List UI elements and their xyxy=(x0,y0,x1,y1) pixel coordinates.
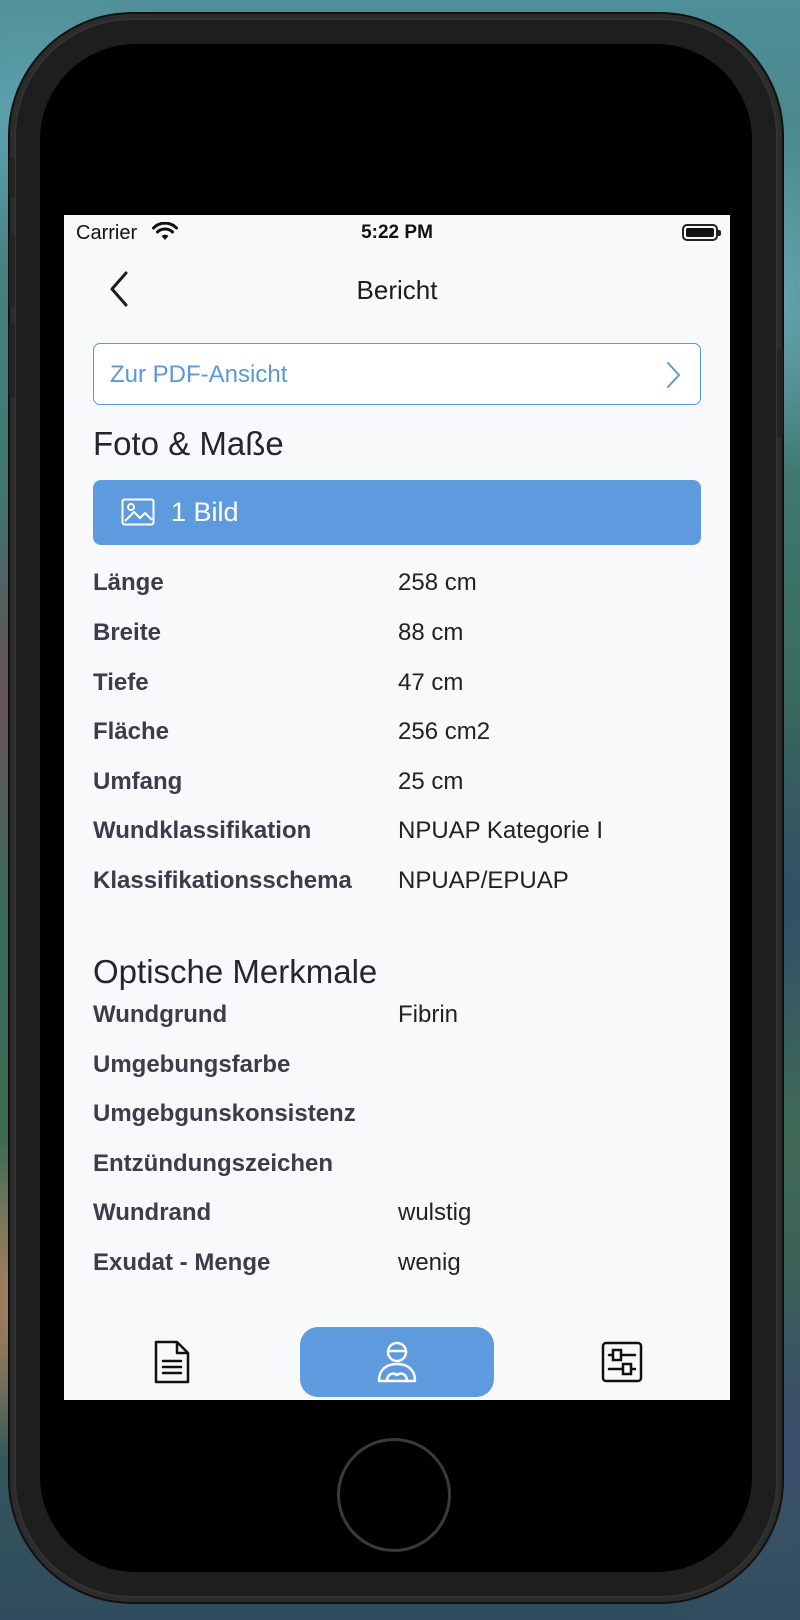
power-button xyxy=(777,348,783,438)
detail-key: Klassifikationsschema xyxy=(93,867,352,894)
detail-key: Umgebgunskonsistenz xyxy=(93,1100,356,1127)
section-title-photo: Foto & Maße xyxy=(93,425,284,462)
detail-value: NPUAP/EPUAP xyxy=(398,867,569,894)
page-title: Bericht xyxy=(356,275,438,305)
detail-row: Wundrand wulstig xyxy=(93,1193,701,1233)
pdf-view-label: Zur PDF-Ansicht xyxy=(110,361,288,388)
detail-value: 88 cm xyxy=(398,619,464,646)
detail-key: Wundrand xyxy=(93,1199,212,1226)
detail-row: Umfang 25 cm xyxy=(93,762,701,802)
section-title-optical: Optische Merkmale xyxy=(93,953,378,990)
detail-row: Wundgrund Fibrin xyxy=(93,995,701,1035)
detail-key: Wundklassifikation xyxy=(93,817,312,844)
detail-value: 256 cm2 xyxy=(398,718,491,745)
status-time: 5:22 PM xyxy=(361,222,433,243)
tab-patient[interactable] xyxy=(300,1327,494,1397)
detail-row: Entzündungszeichen xyxy=(93,1144,701,1184)
detail-value: wenig xyxy=(398,1249,461,1276)
pdf-view-link[interactable]: Zur PDF-Ansicht xyxy=(93,343,701,405)
detail-row: Länge 258 cm xyxy=(93,563,701,603)
detail-key: Umfang xyxy=(93,768,183,795)
mute-switch xyxy=(9,158,15,198)
detail-row: Exudat - Menge wenig xyxy=(93,1243,701,1283)
detail-key: Breite xyxy=(93,619,162,646)
detail-value: NPUAP Kategorie I xyxy=(398,817,603,844)
battery-icon xyxy=(682,224,721,241)
images-button-label: 1 Bild xyxy=(171,497,239,527)
home-button[interactable] xyxy=(337,1438,451,1552)
detail-value: 25 cm xyxy=(398,768,464,795)
detail-row: Umgebgunskonsistenz xyxy=(93,1094,701,1134)
tab-settings[interactable] xyxy=(554,1327,690,1397)
detail-key: Exudat - Menge xyxy=(93,1249,271,1276)
detail-value: 258 cm xyxy=(398,569,477,596)
detail-value: 47 cm xyxy=(398,669,464,696)
chevron-right-icon xyxy=(664,360,682,395)
detail-row: Breite 88 cm xyxy=(93,613,701,653)
image-icon xyxy=(121,498,155,531)
detail-row: Tiefe 47 cm xyxy=(93,663,701,703)
app-screen: Carrier 5:22 PM Bericht Zur PDF-Ansicht … xyxy=(64,215,730,1400)
detail-value: Fibrin xyxy=(398,1001,459,1028)
tab-document[interactable] xyxy=(104,1327,240,1397)
tab-bar xyxy=(64,1315,730,1400)
detail-row: Fläche 256 cm2 xyxy=(93,712,701,752)
detail-key: Länge xyxy=(93,569,164,596)
document-icon xyxy=(154,1340,190,1384)
detail-key: Wundgrund xyxy=(93,1001,228,1028)
detail-key: Tiefe xyxy=(93,669,149,696)
volume-up-button xyxy=(9,233,15,308)
volume-down-button xyxy=(9,323,15,398)
detail-key: Fläche xyxy=(93,718,170,745)
status-bar: Carrier 5:22 PM xyxy=(64,215,730,253)
patient-icon xyxy=(377,1341,417,1383)
images-button[interactable]: 1 Bild xyxy=(93,480,701,545)
navigation-bar: Bericht xyxy=(64,253,730,325)
detail-row: Klassifikationsschema NPUAP/EPUAP xyxy=(93,861,701,901)
settings-sliders-icon xyxy=(601,1341,643,1383)
detail-key: Umgebungsfarbe xyxy=(93,1051,291,1078)
detail-row: Wundklassifikation NPUAP Kategorie I xyxy=(93,811,701,851)
detail-row: Umgebungsfarbe xyxy=(93,1045,701,1085)
detail-value: wulstig xyxy=(398,1199,472,1226)
detail-key: Entzündungszeichen xyxy=(93,1150,333,1177)
